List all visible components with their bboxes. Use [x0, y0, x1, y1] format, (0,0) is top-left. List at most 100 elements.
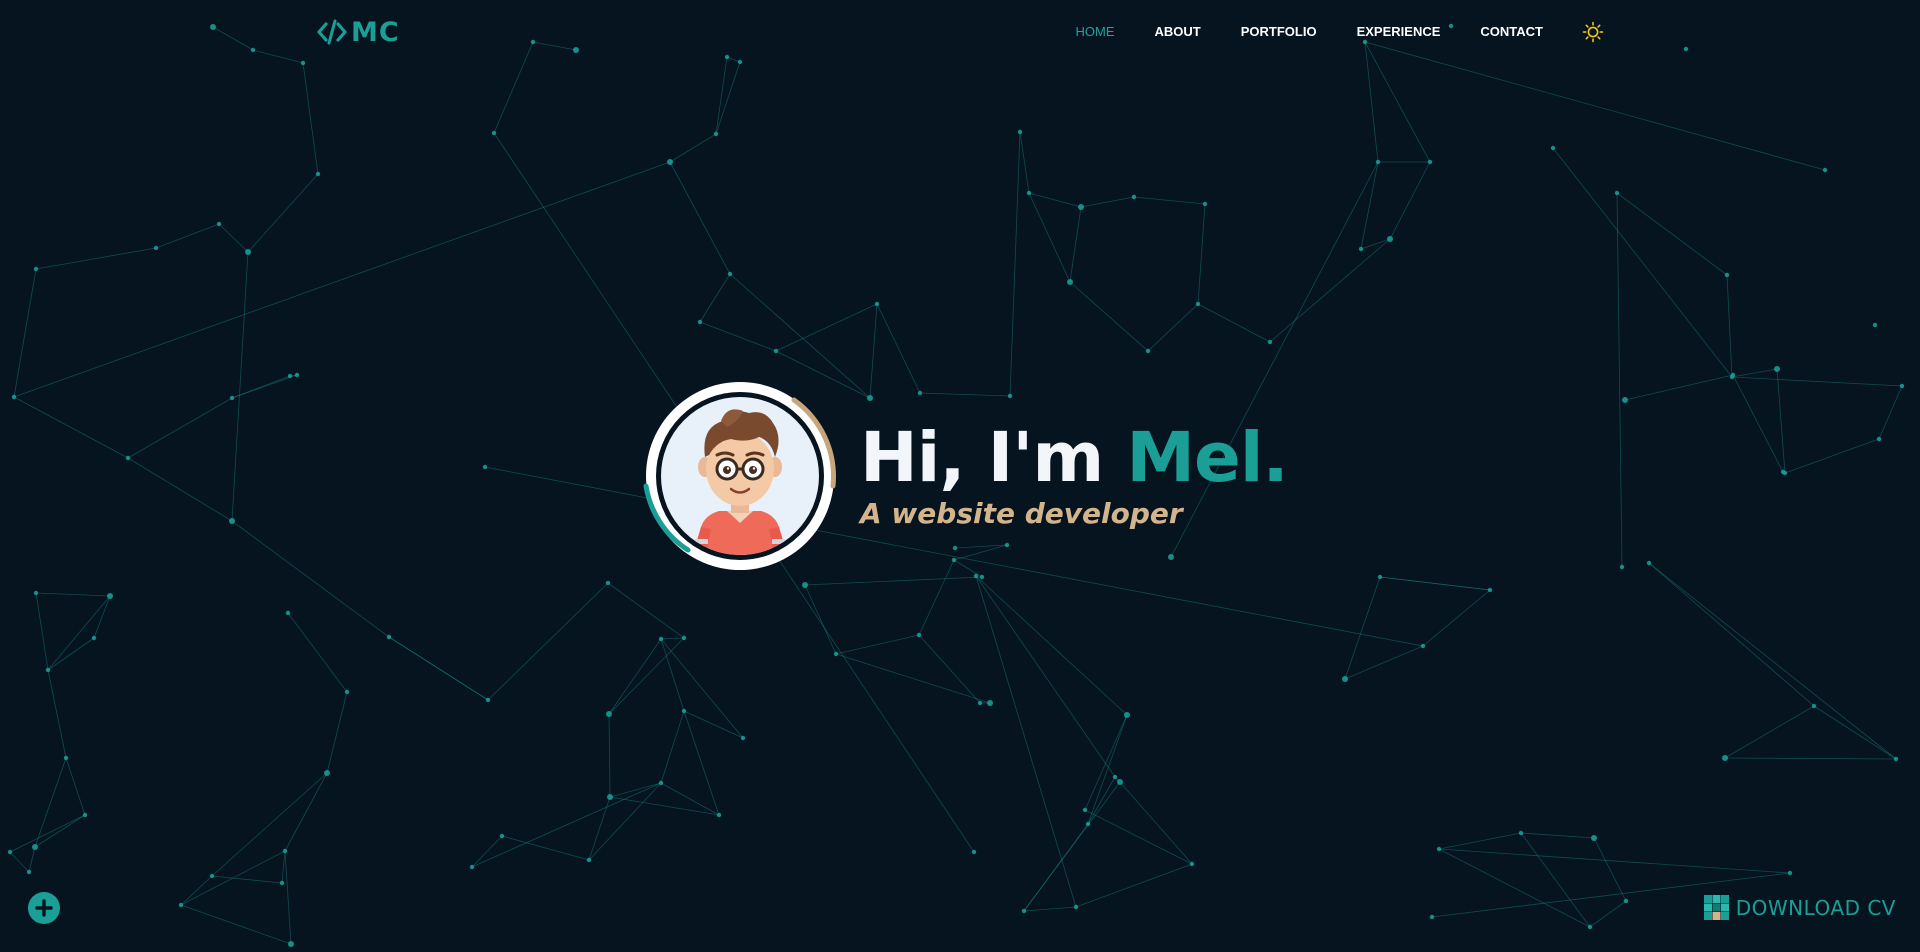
network-line [1624, 374, 1734, 401]
network-line [231, 251, 249, 522]
network-line [1813, 705, 1897, 760]
network-node [282, 848, 288, 854]
network-line [588, 796, 611, 861]
network-line [1878, 385, 1903, 440]
network-line [1087, 776, 1116, 825]
network-line [683, 710, 744, 739]
network-node [1420, 643, 1426, 649]
network-node [1358, 246, 1364, 252]
network-line [1438, 832, 1522, 850]
network-node [1780, 469, 1786, 475]
network-line [211, 875, 283, 884]
network-node [1112, 774, 1118, 780]
network-line [1726, 274, 1733, 378]
network-node [279, 880, 285, 886]
network-node [1876, 436, 1882, 442]
network-line [218, 223, 249, 253]
network-line [588, 782, 662, 861]
network-node [91, 635, 97, 641]
network-line [1438, 848, 1591, 928]
network-node [607, 794, 613, 800]
network-node [7, 849, 13, 855]
network-line [180, 875, 213, 906]
network-node [469, 864, 475, 870]
network-line [660, 637, 685, 640]
network-node [1073, 904, 1079, 910]
network-node [971, 849, 977, 855]
network-line [835, 653, 991, 704]
floating-action-button[interactable] [28, 892, 60, 924]
network-line [35, 247, 157, 270]
network-node [1429, 914, 1435, 920]
network-node [1124, 712, 1130, 718]
network-line [34, 814, 86, 848]
network-line [1724, 705, 1815, 759]
site-logo[interactable]: MC [316, 14, 400, 50]
network-node [1646, 560, 1652, 566]
network-line [471, 782, 662, 868]
network-node [209, 873, 215, 879]
network-node [713, 131, 719, 137]
network-node [681, 635, 687, 641]
network-line [1648, 562, 1897, 760]
network-line [1520, 832, 1595, 839]
network-node [1377, 574, 1383, 580]
network-node [1622, 397, 1628, 403]
nav-item-home[interactable]: HOME [1076, 20, 1115, 44]
network-line [1084, 714, 1128, 811]
network-line [211, 772, 328, 877]
network-node [1724, 272, 1730, 278]
network-line [155, 223, 220, 249]
network-line [1084, 809, 1193, 865]
network-line [1028, 192, 1071, 283]
theme-toggle-button[interactable] [1581, 20, 1605, 44]
network-node [287, 373, 293, 379]
download-cv-button[interactable]: DOWNLOAD CV [1703, 895, 1896, 920]
network-line [13, 268, 37, 398]
network-node [315, 171, 321, 177]
network-line [1648, 562, 1815, 707]
network-node [485, 697, 491, 703]
network-line [1344, 645, 1424, 680]
network-line [127, 397, 233, 459]
network-line [1422, 589, 1491, 647]
network-node [1623, 898, 1629, 904]
nav-item-contact[interactable]: CONTACT [1480, 20, 1543, 44]
network-line [1389, 161, 1431, 240]
network-line [1023, 906, 1077, 912]
network-node [245, 249, 251, 255]
nav-item-experience[interactable]: EXPERIENCE [1357, 20, 1441, 44]
network-node [294, 372, 300, 378]
network-node [1342, 676, 1348, 682]
network-line [284, 772, 328, 852]
network-node [82, 812, 88, 818]
network-line [1197, 303, 1271, 343]
network-node [1487, 587, 1493, 593]
network-line [231, 520, 390, 638]
nav-item-portfolio[interactable]: PORTFOLIO [1241, 20, 1317, 44]
network-node [740, 735, 746, 741]
pixel-grid-icon [1703, 895, 1729, 920]
network-node [973, 573, 979, 579]
network-line [607, 582, 685, 639]
network-line [487, 582, 609, 701]
logo-text: MC [351, 16, 400, 48]
nav-item-about[interactable]: ABOUT [1155, 20, 1201, 44]
network-line [1724, 757, 1897, 760]
network-node [606, 711, 612, 717]
network-line [1552, 147, 1733, 378]
network-line [1028, 192, 1082, 208]
network-node [344, 689, 350, 695]
hero-section: Hi, I'm Mel. A website developer [642, 378, 1289, 574]
network-node [586, 857, 592, 863]
network-line [699, 321, 777, 352]
network-line [65, 757, 86, 816]
network-line [1379, 576, 1491, 591]
main-nav: HOME ABOUT PORTFOLIO EXPERIENCE CONTACT [1036, 20, 1605, 44]
network-line [1360, 161, 1379, 250]
network-line [1069, 206, 1082, 283]
network-node [658, 780, 664, 786]
network-line [1732, 374, 1784, 473]
hero-subtitle: A website developer [860, 497, 1183, 530]
network-line [918, 634, 981, 704]
